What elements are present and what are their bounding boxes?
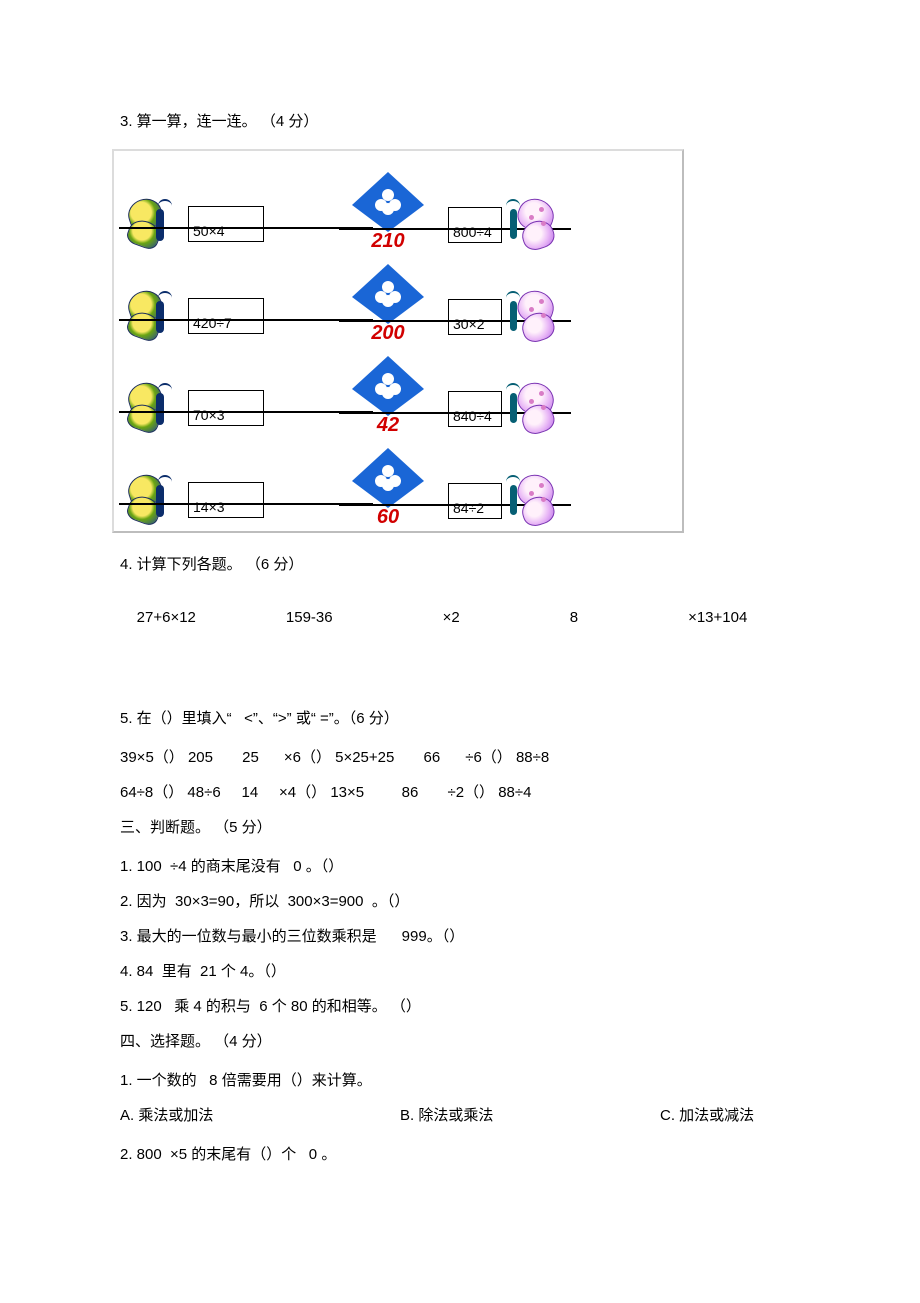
option-c: C. 加法或减法 <box>660 1104 754 1125</box>
s3-item: 5. 120 乘 4 的积与 6 个 80 的和相等。 （） <box>120 995 800 1016</box>
butterfly-left-icon <box>128 471 192 529</box>
kite-number: 42 <box>377 414 399 437</box>
s3-item: 4. 84 里有 21 个 4。（） <box>120 960 800 981</box>
expr-box: 84÷2 <box>448 483 502 519</box>
q4-part: 159-36 <box>286 609 333 626</box>
s4-title: 四、选择题。 （4 分） <box>120 1030 800 1051</box>
q4-part: 8 <box>570 609 578 626</box>
option-a: A. 乘法或加法 <box>120 1104 400 1125</box>
q5-title: 5. 在（）里填入“ <”、“>” 或“ =”。（6 分） <box>120 707 800 728</box>
expr-box: 30×2 <box>448 299 502 335</box>
expr-text: 84÷2 <box>453 500 484 516</box>
q4-part: ×2 <box>443 609 460 626</box>
expr-text: 14×3 <box>193 499 225 515</box>
kite-icon <box>352 356 424 416</box>
butterfly-right-icon <box>498 289 554 345</box>
kite-number: 210 <box>371 230 404 253</box>
expr-box: 70×3 <box>188 390 264 426</box>
kite-icon <box>352 264 424 324</box>
butterfly-left-icon <box>128 379 192 437</box>
expr-text: 30×2 <box>453 316 485 332</box>
butterfly-right-icon <box>498 473 554 529</box>
expr-text: 70×3 <box>193 407 225 423</box>
kite-number: 200 <box>371 322 404 345</box>
match-row: 14×3 60 84÷2 <box>128 437 668 529</box>
s3-item: 2. 因为 30×3=90，所以 300×3=900 。（） <box>120 890 800 911</box>
expr-text: 840÷4 <box>453 408 492 424</box>
expr-box: 14×3 <box>188 482 264 518</box>
expr-text: 50×4 <box>193 223 225 239</box>
kite-icon <box>352 448 424 508</box>
expr-box: 420÷7 <box>188 298 264 334</box>
s4-q1: 1. 一个数的 8 倍需要用（）来计算。 <box>120 1069 800 1090</box>
q4-part: 27+6×12 <box>137 609 196 626</box>
kite-number: 60 <box>377 506 399 529</box>
q5-line1: 39×5（） 205 25 ×6（） 5×25+25 66 ÷6（） 88÷8 <box>120 746 800 767</box>
butterfly-right-icon <box>498 197 554 253</box>
q5-line2: 64÷8（） 48÷6 14 ×4（） 13×5 86 ÷2（） 88÷4 <box>120 781 800 802</box>
expr-text: 420÷7 <box>193 315 232 331</box>
s3-item: 1. 100 ÷4 的商末尾没有 0 。（） <box>120 855 800 876</box>
worksheet-page: 3. 算一算，连一连。 （4 分） 50×4 210 800÷4 420÷7 <box>0 0 920 1303</box>
s4-q1-options: A. 乘法或加法 B. 除法或乘法 C. 加法或减法 <box>120 1104 800 1125</box>
s3-title: 三、判断题。 （5 分） <box>120 816 800 837</box>
expr-text: 800÷4 <box>453 224 492 240</box>
butterfly-right-icon <box>498 381 554 437</box>
butterfly-left-icon <box>128 195 192 253</box>
s4-q2: 2. 800 ×5 的末尾有（）个 0 。 <box>120 1143 800 1164</box>
option-b: B. 除法或乘法 <box>400 1104 660 1125</box>
match-figure: 50×4 210 800÷4 420÷7 200 30×2 <box>112 149 684 533</box>
q4-title: 4. 计算下列各题。 （6 分） <box>120 553 800 574</box>
expr-box: 840÷4 <box>448 391 502 427</box>
q4-part: ×13+104 <box>688 609 747 626</box>
expr-box: 50×4 <box>188 206 264 242</box>
match-row: 70×3 42 840÷4 <box>128 345 668 437</box>
expr-box: 800÷4 <box>448 207 502 243</box>
butterfly-left-icon <box>128 287 192 345</box>
match-row: 420÷7 200 30×2 <box>128 253 668 345</box>
s3-item: 3. 最大的一位数与最小的三位数乘积是 999。（） <box>120 925 800 946</box>
q4-expressions: 27+6×12 159-36 ×2 8 ×13+104 <box>0 592 800 643</box>
match-row: 50×4 210 800÷4 <box>128 161 668 253</box>
kite-icon <box>352 172 424 232</box>
q3-title: 3. 算一算，连一连。 （4 分） <box>120 110 800 131</box>
